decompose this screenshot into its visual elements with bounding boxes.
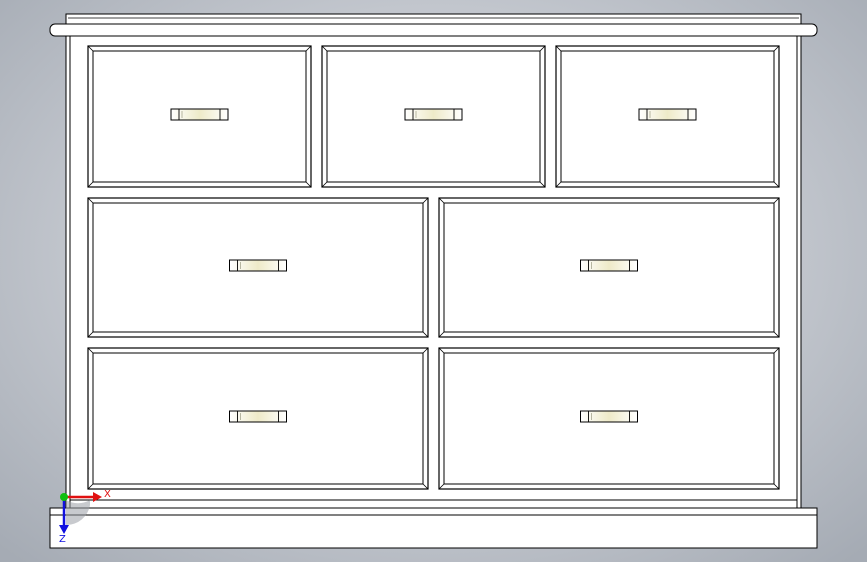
drawer-handle	[580, 259, 638, 272]
drawer-handle	[580, 410, 638, 423]
drawer-handle	[229, 410, 287, 423]
cad-viewport[interactable]: X Z	[0, 0, 867, 562]
drawer-handle	[170, 108, 229, 121]
top-upper-molding	[65, 13, 802, 25]
drawer-handle	[404, 108, 463, 121]
drawer-handle	[229, 259, 287, 272]
z-axis-label: Z	[59, 534, 66, 545]
plinth-base	[49, 507, 818, 549]
x-axis-label: X	[104, 489, 111, 500]
top-overhang	[49, 23, 818, 37]
y-axis-point	[60, 493, 68, 501]
drawer-handle	[638, 108, 697, 121]
dresser-drawing: X Z	[49, 13, 818, 549]
